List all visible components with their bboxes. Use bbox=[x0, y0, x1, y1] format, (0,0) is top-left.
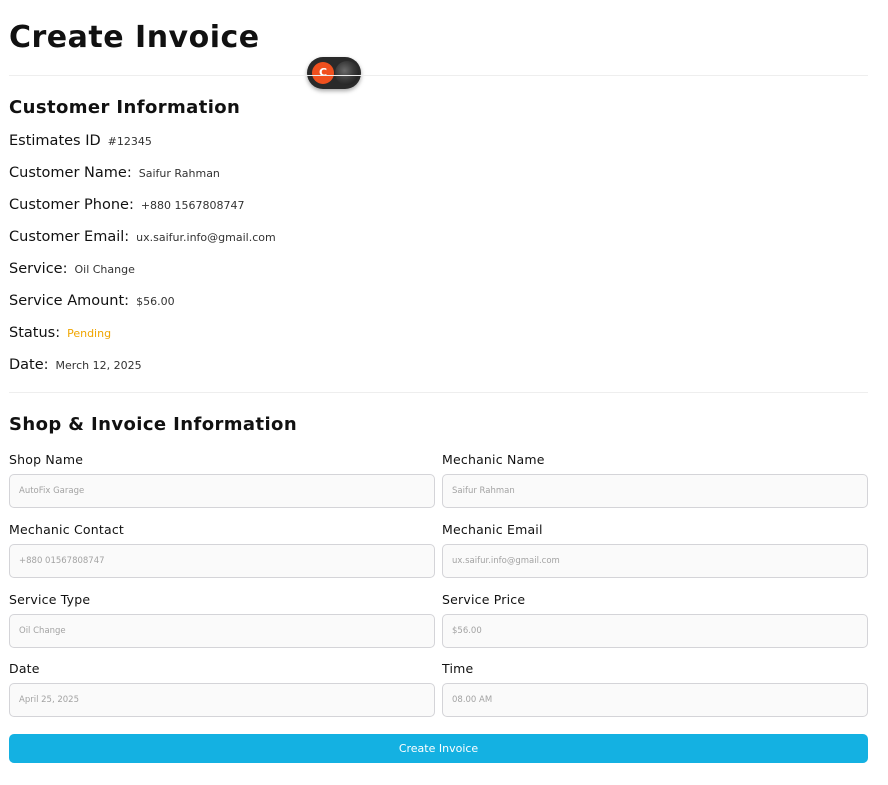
info-label: Estimates ID bbox=[9, 133, 101, 149]
time-input[interactable] bbox=[442, 683, 868, 717]
field-label: Service Type bbox=[9, 592, 91, 607]
date-field: Date bbox=[9, 661, 435, 717]
info-value: Saifur Rahman bbox=[138, 167, 220, 180]
status-badge: Pending bbox=[67, 327, 112, 340]
service-amount-row: Service Amount: $56.00 bbox=[9, 293, 175, 309]
service-type-field: Service Type bbox=[9, 592, 435, 648]
customer-phone-row: Customer Phone: +880 1567808747 bbox=[9, 197, 245, 213]
info-value: $56.00 bbox=[136, 295, 175, 308]
info-value: ux.saifur.info@gmail.com bbox=[136, 231, 276, 244]
field-label: Date bbox=[9, 661, 40, 676]
field-label: Mechanic Contact bbox=[9, 522, 125, 537]
info-label: Date: bbox=[9, 357, 49, 373]
field-label: Mechanic Email bbox=[442, 522, 543, 537]
field-label: Service Price bbox=[442, 592, 526, 607]
divider bbox=[9, 392, 868, 393]
mechanic-email-field: Mechanic Email bbox=[442, 522, 868, 578]
page-title: Create Invoice bbox=[9, 20, 260, 55]
info-label: Customer Name: bbox=[9, 165, 132, 181]
mechanic-email-input[interactable] bbox=[442, 544, 868, 578]
thumbnail-icon bbox=[335, 61, 359, 85]
customer-section-title: Customer Information bbox=[9, 97, 241, 118]
info-value: #12345 bbox=[107, 135, 152, 148]
shop-section-title: Shop & Invoice Information bbox=[9, 414, 298, 435]
date-input[interactable] bbox=[9, 683, 435, 717]
estimate-id-row: Estimates ID #12345 bbox=[9, 133, 152, 149]
field-label: Shop Name bbox=[9, 452, 84, 467]
shop-name-field: Shop Name bbox=[9, 452, 435, 508]
info-label: Service Amount: bbox=[9, 293, 130, 309]
mechanic-name-input[interactable] bbox=[442, 474, 868, 508]
floating-chat-widget[interactable]: C bbox=[307, 57, 361, 89]
mechanic-name-field: Mechanic Name bbox=[442, 452, 868, 508]
shop-name-input[interactable] bbox=[9, 474, 435, 508]
info-value: Merch 12, 2025 bbox=[55, 359, 142, 372]
divider bbox=[9, 75, 868, 76]
info-value: Oil Change bbox=[74, 263, 135, 276]
status-row: Status: Pending bbox=[9, 325, 111, 341]
time-field: Time bbox=[442, 661, 868, 717]
date-row: Date: Merch 12, 2025 bbox=[9, 357, 142, 373]
service-row: Service: Oil Change bbox=[9, 261, 135, 277]
info-label: Customer Email: bbox=[9, 229, 130, 245]
customer-email-row: Customer Email: ux.saifur.info@gmail.com bbox=[9, 229, 276, 245]
mechanic-contact-input[interactable] bbox=[9, 544, 435, 578]
info-label: Customer Phone: bbox=[9, 197, 134, 213]
service-price-field: Service Price bbox=[442, 592, 868, 648]
field-label: Mechanic Name bbox=[442, 452, 545, 467]
avatar[interactable]: C bbox=[312, 62, 334, 84]
info-label: Service: bbox=[9, 261, 68, 277]
mechanic-contact-field: Mechanic Contact bbox=[9, 522, 435, 578]
service-price-input[interactable] bbox=[442, 614, 868, 648]
create-invoice-button[interactable]: Create Invoice bbox=[9, 734, 868, 763]
service-type-input[interactable] bbox=[9, 614, 435, 648]
customer-name-row: Customer Name: Saifur Rahman bbox=[9, 165, 220, 181]
info-value: +880 1567808747 bbox=[140, 199, 245, 212]
info-label: Status: bbox=[9, 325, 61, 341]
field-label: Time bbox=[442, 661, 474, 676]
